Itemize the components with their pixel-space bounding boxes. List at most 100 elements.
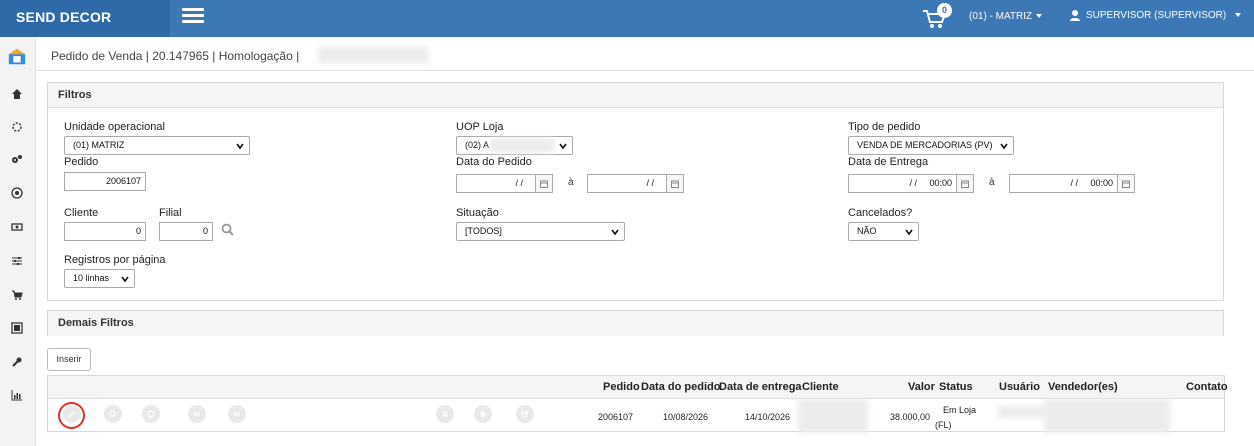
top-bar: SEND DECOR 0 (01) - MATRIZ SUPERVISOR (S…: [0, 0, 1254, 37]
data-pedido-to-input[interactable]: / /: [587, 174, 667, 193]
photo-icon[interactable]: [10, 321, 24, 335]
brand-logo[interactable]: SEND DECOR: [0, 0, 170, 37]
filial-input[interactable]: 0: [159, 222, 213, 241]
chevron-down-icon: [905, 229, 913, 236]
registros-label: Registros por página: [64, 254, 166, 266]
cell-pedido: 2006107: [598, 412, 634, 422]
user-menu[interactable]: SUPERVISOR (SUPERVISOR): [1069, 9, 1242, 21]
calendar-button[interactable]: [667, 174, 684, 193]
cancelados-select[interactable]: NÃO: [848, 222, 919, 241]
demais-filtros-title: Demais Filtros: [48, 311, 1223, 336]
situacao-select[interactable]: [TODOS]: [456, 222, 625, 241]
chevron-down-icon: [1235, 13, 1242, 17]
money-icon[interactable]: [10, 220, 24, 234]
unidade-value: (01) MATRIZ: [73, 140, 125, 150]
range-separator: à: [989, 177, 995, 188]
situacao-value: [TODOS]: [465, 226, 502, 236]
spinner-icon[interactable]: [10, 120, 24, 134]
cell-status-line2: (FL): [935, 420, 952, 430]
cart-count-badge: 0: [937, 3, 952, 18]
edit-icon: [521, 410, 529, 418]
calendar-icon: [671, 180, 679, 188]
dollar-icon: [479, 410, 487, 418]
bar-chart-icon[interactable]: [10, 388, 24, 402]
col-data-pedido[interactable]: Data do pedido: [641, 381, 720, 393]
cliente-input[interactable]: 0: [64, 222, 146, 241]
chevron-down-icon: [1000, 143, 1008, 150]
sliders-icon[interactable]: [10, 254, 24, 268]
list-action-button[interactable]: [228, 405, 246, 423]
filters-title: Filtros: [48, 83, 1223, 108]
calendar-icon: [540, 180, 548, 188]
col-contato[interactable]: Contato: [1186, 381, 1228, 393]
calendar-button[interactable]: [536, 174, 553, 193]
divider: [37, 70, 1254, 71]
history-action-button[interactable]: [142, 405, 160, 423]
pencil-icon: [68, 411, 75, 418]
redacted-area: [490, 138, 554, 153]
close-icon: [442, 411, 448, 417]
view-action-button[interactable]: [104, 405, 122, 423]
uop-value: (02) A: [465, 140, 490, 150]
menu-toggle-icon[interactable]: [182, 8, 204, 26]
branch-label: (01) - MATRIZ: [969, 11, 1033, 22]
orders-table: Pedido Data do pedido Data de entrega Cl…: [47, 375, 1228, 433]
cell-status-line1: Em Loja: [943, 405, 977, 415]
tipo-value: VENDA DE MERCADORIAS (PV): [857, 140, 993, 150]
search-icon[interactable]: [221, 223, 234, 236]
data-entrega-to-input[interactable]: / / 00:00: [1009, 174, 1118, 193]
calendar-button[interactable]: [957, 174, 974, 193]
inserir-button[interactable]: Inserir: [47, 348, 91, 371]
chevron-down-icon: [1036, 14, 1043, 19]
unidade-select[interactable]: (01) MATRIZ: [64, 136, 250, 155]
payment-action-button[interactable]: [474, 405, 492, 423]
cell-valor: 38.000,00: [890, 412, 931, 422]
registros-select[interactable]: 10 linhas: [64, 269, 135, 288]
redacted-cliente: [798, 399, 868, 433]
redacted-vendedores: [1044, 399, 1170, 433]
col-cliente[interactable]: Cliente: [802, 381, 839, 393]
cancelados-label: Cancelados?: [848, 207, 913, 219]
home-icon[interactable]: [10, 87, 24, 101]
demais-filtros-panel[interactable]: Demais Filtros: [47, 310, 1224, 336]
col-valor[interactable]: Valor: [908, 381, 935, 393]
cell-data-pedido: 10/08/2026: [663, 412, 709, 422]
col-vendedores[interactable]: Vendedor(es): [1048, 381, 1118, 393]
wrench-icon[interactable]: [10, 355, 24, 369]
pedido-label: Pedido: [64, 156, 99, 168]
data-pedido-from-input[interactable]: / /: [456, 174, 536, 193]
breadcrumb: Pedido de Venda | 20.147965 | Homologaçã…: [51, 49, 300, 63]
uop-label: UOP Loja: [456, 121, 504, 133]
cart-icon[interactable]: [10, 288, 24, 302]
list-icon: [194, 412, 200, 416]
col-status[interactable]: Status: [939, 381, 973, 393]
cancel-action-button[interactable]: [436, 405, 454, 423]
tipo-select[interactable]: VENDA DE MERCADORIAS (PV): [848, 136, 1014, 155]
data-pedido-label: Data do Pedido: [456, 156, 532, 168]
tipo-label: Tipo de pedido: [848, 121, 921, 133]
cogs-icon[interactable]: [10, 152, 24, 166]
list-icon: [234, 412, 240, 416]
calendar-icon: [1122, 180, 1130, 188]
branch-dropdown[interactable]: (01) - MATRIZ: [969, 11, 1043, 22]
calendar-button[interactable]: [1118, 174, 1135, 193]
list-action-button[interactable]: [188, 405, 206, 423]
cell-data-entrega: 14/10/2026: [745, 412, 791, 422]
edit-note-action-button[interactable]: [516, 405, 534, 423]
situacao-label: Situação: [456, 207, 499, 219]
pedido-input[interactable]: 2006107: [64, 172, 146, 191]
filial-label: Filial: [159, 207, 182, 219]
chevron-down-icon: [121, 276, 129, 283]
table-header: Pedido Data do pedido Data de entrega Cl…: [48, 376, 1228, 399]
data-entrega-from-input[interactable]: / / 00:00: [848, 174, 957, 193]
chevron-down-icon: [559, 143, 567, 150]
col-data-entrega[interactable]: Data de entrega: [719, 381, 802, 393]
col-usuario[interactable]: Usuário: [999, 381, 1040, 393]
chevron-down-icon: [611, 229, 619, 236]
edit-action-button[interactable]: [63, 405, 81, 423]
col-pedido[interactable]: Pedido: [603, 381, 640, 393]
registros-value: 10 linhas: [73, 273, 110, 283]
sidebar: [0, 37, 36, 446]
app-logo-icon[interactable]: [6, 46, 28, 68]
target-icon[interactable]: [10, 186, 24, 200]
